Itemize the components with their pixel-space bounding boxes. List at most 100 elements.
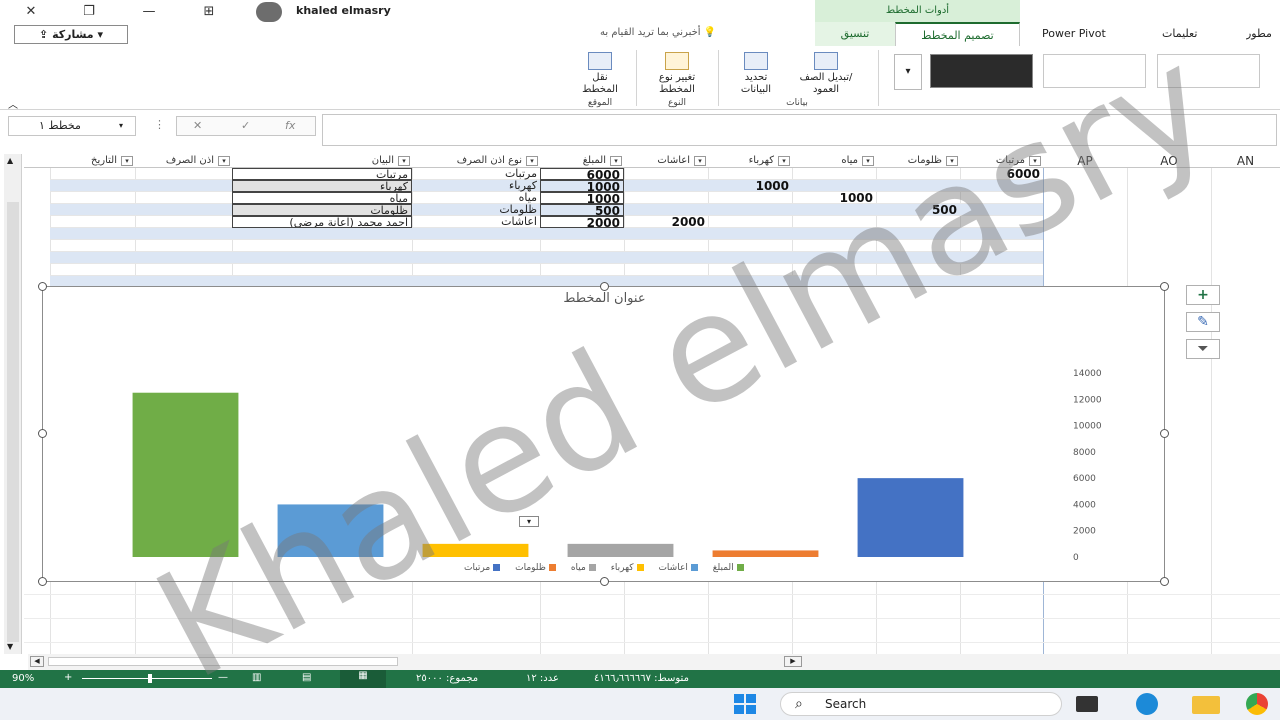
filter-dropdown-icon[interactable]: ▾	[121, 156, 133, 166]
header-payment-type[interactable]: نوع اذن الصرف ▾	[412, 154, 540, 168]
zoom-slider-thumb[interactable]	[148, 674, 152, 683]
cell-description[interactable]: احمد محمد (اعانة مرضى)	[232, 216, 412, 228]
share-button[interactable]: ⇪ مشاركة ▾	[14, 25, 128, 44]
formula-input[interactable]	[322, 114, 1277, 146]
file-explorer-icon[interactable]	[1192, 696, 1220, 714]
filter-dropdown-icon[interactable]: ▾	[398, 156, 410, 166]
scroll-down-icon[interactable]: ▼	[7, 642, 13, 651]
field-dropdown-icon[interactable]: ▾	[519, 516, 539, 527]
chart-object[interactable]: عنوان المخطط 14000 12000 10000 8000 6000 4000…	[38, 282, 1169, 586]
table-row[interactable]: مياه مياه 1000 1000	[50, 192, 1043, 204]
tell-me-search[interactable]: أخبرني بما تريد القيام به 💡	[600, 27, 716, 38]
cell-payment-type[interactable]: اعاشات	[412, 216, 540, 228]
avatar[interactable]	[256, 2, 282, 22]
cell-murtabat[interactable]: 6000	[960, 168, 1043, 180]
chart-filters-button[interactable]: ⏷	[1186, 339, 1220, 359]
move-chart-button[interactable]: نقل المخطط	[572, 52, 628, 96]
table-row[interactable]: احمد محمد (اعانة مرضى) اعاشات 2000 2000	[50, 216, 1043, 228]
resize-handle[interactable]	[38, 282, 47, 291]
horizontal-scrollbar[interactable]: ◀ ▶	[28, 654, 1280, 670]
zoom-slider[interactable]	[82, 678, 212, 679]
restore-icon[interactable]: ❐	[74, 2, 104, 22]
header-zalumat[interactable]: ظلومات ▾	[876, 154, 960, 168]
tab-help[interactable]: تعليمات	[1162, 22, 1222, 46]
filter-dropdown-icon[interactable]: ▾	[1029, 156, 1041, 166]
chart-bar-5[interactable]	[857, 478, 964, 557]
cell-description[interactable]: كهرباء	[232, 180, 412, 192]
cell-zalumat[interactable]: 500	[876, 204, 960, 216]
cell-description[interactable]: مياه	[232, 192, 412, 204]
cell-mayah[interactable]: 1000	[792, 192, 876, 204]
cell-amount[interactable]: 500	[540, 204, 624, 216]
scroll-thumb[interactable]	[48, 657, 398, 666]
name-box[interactable]: مخطط ١ ▾	[8, 116, 136, 136]
ribbon-display-icon[interactable]: ⊞	[194, 2, 224, 22]
tab-developer[interactable]: مطور	[1246, 22, 1280, 46]
switch-row-column-button[interactable]: تبديل الصف/ العمود	[786, 52, 866, 96]
insert-function-icon[interactable]: fx	[285, 119, 295, 132]
vertical-scrollbar[interactable]: ▲ ▼	[4, 154, 22, 654]
header-description[interactable]: البيان ▾	[232, 154, 412, 168]
zoom-in-icon[interactable]: +	[64, 672, 72, 683]
table-row[interactable]: ظلومات ظلومات 500 500	[50, 204, 1043, 216]
header-date[interactable]: التاريخ ▾	[50, 154, 135, 168]
resize-handle[interactable]	[38, 429, 47, 438]
cell-amount[interactable]: 1000	[540, 180, 624, 192]
header-kahraba[interactable]: كهرباء ▾	[708, 154, 792, 168]
header-iaashat[interactable]: اعاشات ▾	[624, 154, 708, 168]
user-name[interactable]: khaled elmasry	[296, 4, 391, 17]
table-row[interactable]	[50, 228, 1043, 240]
normal-view-icon[interactable]: ▦	[340, 670, 386, 688]
resize-handle[interactable]	[1160, 429, 1169, 438]
cell-amount[interactable]: 6000	[540, 168, 624, 180]
header-mayah[interactable]: مياه ▾	[792, 154, 876, 168]
table-row[interactable]: مرتبات مرتبات 6000 6000	[50, 168, 1043, 180]
zoom-level[interactable]: 90%	[12, 673, 34, 684]
cell-amount[interactable]: 2000	[540, 216, 624, 228]
table-row[interactable]: كهرباء كهرباء 1000 1000	[50, 180, 1043, 192]
resize-handle[interactable]	[38, 577, 47, 586]
tab-chart-design[interactable]: تصميم المخطط	[895, 22, 1020, 46]
chart-elements-button[interactable]: +	[1186, 285, 1220, 305]
edge-browser-icon[interactable]	[1136, 693, 1158, 715]
column-letter-an[interactable]: AN	[1211, 154, 1280, 168]
page-layout-view-icon[interactable]: ▤	[302, 672, 311, 683]
change-chart-type-button[interactable]: تغيير نوع المخطط	[645, 52, 709, 96]
table-row[interactable]	[50, 240, 1043, 252]
filter-dropdown-icon[interactable]: ▾	[694, 156, 706, 166]
chart-bar-1[interactable]	[277, 504, 384, 557]
chrome-browser-icon[interactable]	[1246, 693, 1268, 715]
chart-bar-4[interactable]	[712, 550, 819, 557]
chart-bar-0[interactable]	[132, 392, 239, 557]
collapse-ribbon-icon[interactable]: ︿	[8, 96, 18, 111]
cell-kahraba[interactable]: 1000	[708, 180, 792, 192]
resize-handle[interactable]	[1160, 282, 1169, 291]
resize-handle[interactable]	[1160, 577, 1169, 586]
chart-style-thumb-2[interactable]	[1043, 54, 1146, 88]
column-letter-ap[interactable]: AP	[1043, 154, 1127, 168]
cell-payment-type[interactable]: ظلومات	[412, 204, 540, 216]
cell-payment-type[interactable]: مرتبات	[412, 168, 540, 180]
cancel-icon[interactable]: ✕	[193, 119, 202, 132]
enter-icon[interactable]: ✓	[241, 119, 250, 132]
page-break-view-icon[interactable]: ▥	[252, 672, 261, 683]
scroll-left-icon[interactable]: ◀	[30, 656, 44, 667]
header-murtabat[interactable]: مرتبات ▾	[960, 154, 1043, 168]
chart-styles-button[interactable]: ✎	[1186, 312, 1220, 332]
filter-dropdown-icon[interactable]: ▾	[946, 156, 958, 166]
filter-dropdown-icon[interactable]: ▾	[218, 156, 230, 166]
chart-bar-2[interactable]	[422, 543, 529, 557]
cell-payment-type[interactable]: كهرباء	[412, 180, 540, 192]
cell-amount[interactable]: 1000	[540, 192, 624, 204]
chart-style-thumb-dark[interactable]	[930, 54, 1033, 88]
filter-dropdown-icon[interactable]: ▾	[862, 156, 874, 166]
resize-handle[interactable]	[600, 577, 609, 586]
tab-format[interactable]: تنسيق	[815, 22, 895, 46]
header-payment-voucher[interactable]: اذن الصرف ▾	[135, 154, 232, 168]
tab-power-pivot[interactable]: Power Pivot	[1042, 22, 1132, 46]
close-icon[interactable]: ✕	[16, 2, 46, 22]
cell-iaashat[interactable]: 2000	[624, 216, 708, 228]
zoom-out-icon[interactable]: —	[218, 672, 228, 683]
filter-dropdown-icon[interactable]: ▾	[526, 156, 538, 166]
cell-description[interactable]: مرتبات	[232, 168, 412, 180]
